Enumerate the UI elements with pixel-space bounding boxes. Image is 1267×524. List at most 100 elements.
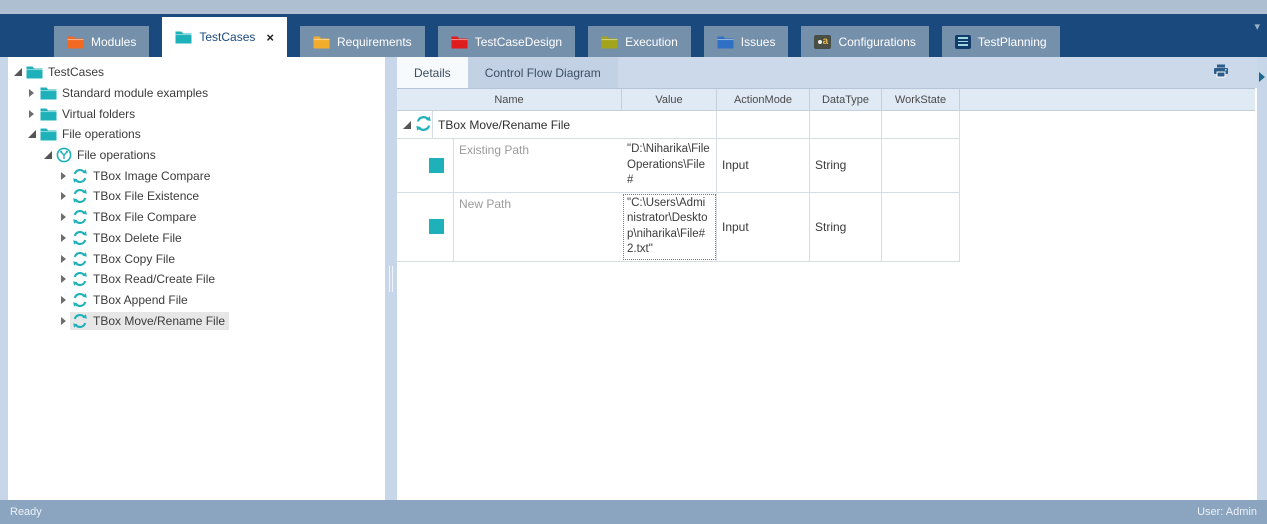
tab-modules[interactable]: Modules	[54, 26, 150, 57]
modules-folder-icon	[67, 35, 84, 49]
expander-collapsed-icon[interactable]	[25, 110, 38, 118]
expander-collapsed-icon[interactable]	[25, 89, 38, 97]
testcase-folder-icon	[56, 147, 72, 163]
expander-collapsed-icon[interactable]	[57, 192, 70, 200]
row-name[interactable]: Existing Path	[454, 139, 622, 192]
grid-row-existing-path[interactable]: Existing Path "D:\Niharika\File Operatio…	[397, 139, 960, 193]
tab-label: Execution	[625, 34, 678, 49]
cell-datatype[interactable]	[810, 111, 882, 138]
sync-icon	[72, 168, 88, 184]
cell-actionmode[interactable]: Input	[717, 139, 810, 192]
sync-icon	[72, 230, 88, 246]
tree-item-tbox-read-create-file[interactable]: TBox Read/Create File	[8, 269, 385, 290]
tab-requirements[interactable]: Requirements	[299, 26, 425, 57]
folder-icon	[26, 65, 43, 79]
right-edge-strip	[1257, 57, 1267, 500]
left-edge-strip	[0, 57, 8, 500]
tab-configurations[interactable]: a Configurations	[801, 26, 929, 57]
tab-control-flow-diagram[interactable]: Control Flow Diagram	[467, 57, 618, 88]
execution-folder-icon	[601, 35, 618, 49]
sync-icon	[72, 209, 88, 225]
folder-icon	[40, 107, 57, 121]
cell-datatype[interactable]: String	[810, 192, 882, 261]
tab-label: Requirements	[336, 34, 412, 49]
panel-expand-arrow-icon[interactable]	[1259, 72, 1265, 82]
expander-collapsed-icon[interactable]	[57, 234, 70, 242]
status-ready: Ready	[10, 506, 42, 518]
grid-row-testcase[interactable]: TBox Move/Rename File	[397, 111, 960, 139]
window-top-strip	[0, 0, 1267, 14]
printer-icon[interactable]	[1213, 64, 1229, 81]
tab-testcases[interactable]: TestCases ×	[162, 17, 287, 57]
perspective-tabbar: Modules TestCases × Requirements TestCas…	[0, 14, 1267, 57]
testcasedesign-folder-icon	[451, 35, 468, 49]
tab-testplanning[interactable]: TestPlanning	[941, 26, 1060, 57]
tab-overflow-chevron-icon[interactable]: ▾	[1254, 20, 1260, 33]
sync-icon	[415, 115, 432, 135]
panel-splitter[interactable]	[385, 57, 397, 500]
tree-item-tbox-move-rename-file[interactable]: TBox Move/Rename File	[8, 310, 385, 331]
column-header-datatype[interactable]: DataType	[810, 89, 882, 110]
tree-item-tbox-append-file[interactable]: TBox Append File	[8, 290, 385, 311]
issues-folder-icon	[717, 35, 734, 49]
testcases-folder-icon	[175, 30, 192, 44]
grid-header-row: Name Value ActionMode DataType WorkState	[397, 88, 1255, 111]
tree-item-file-operations-folder[interactable]: File operations	[8, 124, 385, 145]
sync-icon	[72, 313, 88, 329]
close-icon[interactable]: ×	[266, 31, 274, 44]
cell-datatype[interactable]: String	[810, 139, 882, 192]
expander-expanded-icon[interactable]	[25, 130, 38, 138]
status-user: User: Admin	[1197, 506, 1257, 518]
tree-item-testcases[interactable]: TestCases	[8, 62, 385, 83]
cell-value[interactable]	[622, 111, 717, 138]
cell-workstate[interactable]	[882, 139, 960, 192]
tree-item-tbox-file-compare[interactable]: TBox File Compare	[8, 207, 385, 228]
folder-icon	[40, 86, 57, 100]
status-bar: Ready User: Admin	[0, 500, 1267, 524]
tree-item-tbox-image-compare[interactable]: TBox Image Compare	[8, 165, 385, 186]
tree-item-virtual-folders[interactable]: Virtual folders	[8, 103, 385, 124]
cell-workstate[interactable]	[882, 111, 960, 138]
expander-expanded-icon[interactable]	[11, 68, 24, 76]
tree-item-tbox-copy-file[interactable]: TBox Copy File	[8, 248, 385, 269]
expander-collapsed-icon[interactable]	[57, 255, 70, 263]
testcases-tree-panel: TestCases Standard module examples Virtu…	[8, 57, 385, 500]
tree-item-tbox-delete-file[interactable]: TBox Delete File	[8, 228, 385, 249]
grid-row-new-path[interactable]: New Path "C:\Users\Administrator\Desktop…	[397, 192, 960, 262]
sync-icon	[72, 251, 88, 267]
tab-label: TestCaseDesign	[474, 34, 563, 49]
cell-workstate[interactable]	[882, 192, 960, 261]
application-window: Modules TestCases × Requirements TestCas…	[0, 0, 1267, 524]
attribute-square-icon	[429, 157, 444, 173]
expander-collapsed-icon[interactable]	[57, 296, 70, 304]
expander-collapsed-icon[interactable]	[57, 317, 70, 325]
tree-item-tbox-file-existence[interactable]: TBox File Existence	[8, 186, 385, 207]
column-header-value[interactable]: Value	[622, 89, 717, 110]
column-header-filler	[960, 89, 1255, 110]
splitter-grip-icon	[389, 265, 393, 292]
cell-value[interactable]: "D:\Niharika\File Operations\File#	[622, 139, 717, 192]
tab-details[interactable]: Details	[397, 57, 468, 88]
expander-expanded-icon[interactable]	[400, 121, 413, 129]
column-header-workstate[interactable]: WorkState	[882, 89, 960, 110]
cell-actionmode[interactable]: Input	[717, 192, 810, 261]
tab-execution[interactable]: Execution	[588, 26, 691, 57]
tree-item-file-operations-testcase-folder[interactable]: File operations	[8, 145, 385, 166]
row-name[interactable]: New Path	[454, 193, 622, 261]
selected-tree-node[interactable]: TBox Move/Rename File	[70, 311, 230, 330]
tab-issues[interactable]: Issues	[703, 26, 789, 57]
expander-collapsed-icon[interactable]	[57, 172, 70, 180]
cell-value-focused[interactable]: "C:\Users\Administrator\Desktop\niharika…	[622, 192, 717, 261]
sync-icon	[72, 292, 88, 308]
row-name[interactable]: TBox Move/Rename File	[433, 111, 622, 138]
tab-label: Modules	[91, 34, 137, 49]
tab-label: TestPlanning	[977, 34, 1047, 49]
cell-actionmode[interactable]	[717, 111, 810, 138]
expander-collapsed-icon[interactable]	[57, 275, 70, 283]
column-header-actionmode[interactable]: ActionMode	[717, 89, 810, 110]
expander-collapsed-icon[interactable]	[57, 213, 70, 221]
expander-expanded-icon[interactable]	[41, 151, 54, 159]
tree-item-standard-module-examples[interactable]: Standard module examples	[8, 83, 385, 104]
column-header-name[interactable]: Name	[397, 89, 622, 110]
tab-testcasedesign[interactable]: TestCaseDesign	[437, 26, 576, 57]
